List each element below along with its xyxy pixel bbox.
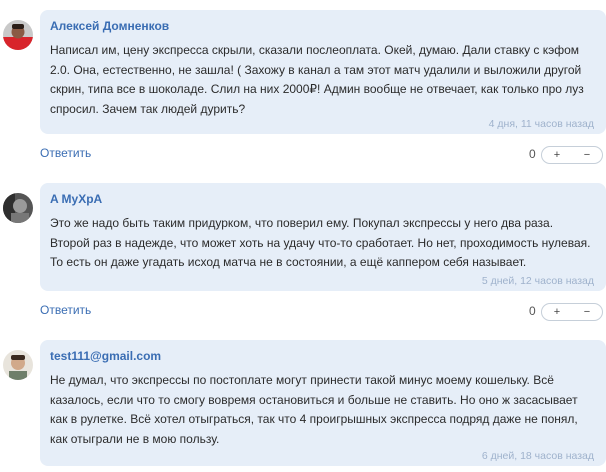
comment-text: Не думал, что экспрессы по постоплате мо…	[50, 373, 578, 446]
comment-timestamp: 6 дней, 18 часов назад	[481, 450, 594, 462]
comment-text: Это же надо быть таким придурком, что по…	[50, 216, 591, 269]
vote-box: + −	[541, 303, 603, 321]
downvote-button[interactable]: −	[574, 304, 600, 320]
vote-box: + −	[541, 146, 603, 164]
reply-button[interactable]: Ответить	[40, 303, 91, 317]
comment-bubble: A MyXpA Это же надо быть таким придурком…	[40, 183, 606, 291]
downvote-button[interactable]: −	[574, 147, 600, 163]
comment-bubble: test111@gmail.com Не думал, что экспресс…	[40, 340, 606, 466]
vote-count: 0	[529, 304, 536, 318]
comment-timestamp: 5 дней, 12 часов назад	[481, 275, 594, 287]
avatar[interactable]	[3, 193, 33, 223]
comment-bubble: Алексей Домненков Написал им, цену экспр…	[40, 10, 606, 134]
upvote-button[interactable]: +	[544, 147, 570, 163]
comment-timestamp: 4 дня, 11 часов назад	[488, 118, 594, 130]
vote-count: 0	[529, 147, 536, 161]
comment-author[interactable]: A MyXpA	[50, 192, 102, 206]
avatar[interactable]	[3, 20, 33, 50]
comment-text: Написал им, цену экспресса скрыли, сказа…	[50, 43, 584, 116]
upvote-button[interactable]: +	[544, 304, 570, 320]
comment-author[interactable]: test111@gmail.com	[50, 349, 161, 363]
reply-button[interactable]: Ответить	[40, 146, 91, 160]
avatar[interactable]	[3, 350, 33, 380]
comment-author[interactable]: Алексей Домненков	[50, 19, 169, 33]
